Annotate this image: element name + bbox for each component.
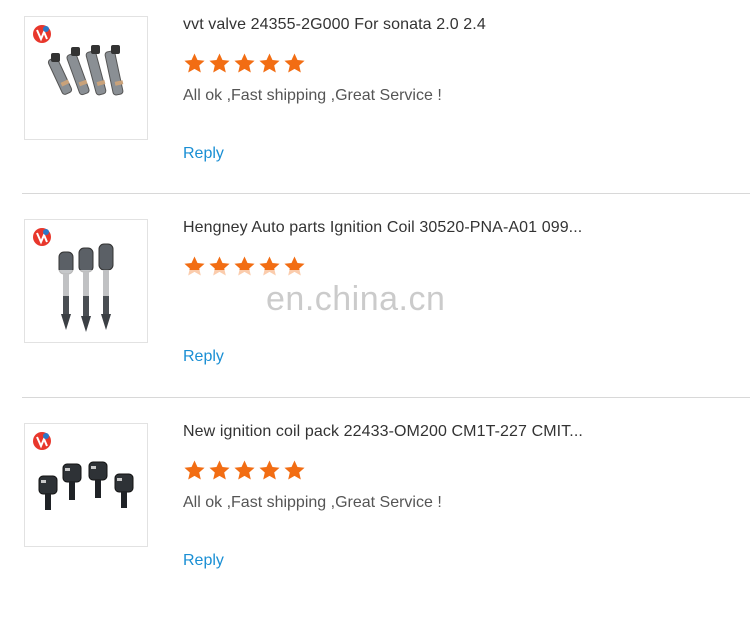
review-item: vvt valve 24355-2G000 For sonata 2.0 2.4… — [0, 0, 750, 200]
star-icon — [184, 460, 205, 480]
reply-link[interactable]: Reply — [183, 145, 224, 163]
review-item: Hengney Auto parts Ignition Coil 30520-P… — [0, 203, 750, 403]
watermark-overlay — [50, 270, 130, 296]
star-icon — [209, 53, 230, 73]
divider — [22, 397, 750, 398]
review-comment: All ok ,Fast shipping ,Great Service ! — [183, 494, 442, 511]
product-title[interactable]: Hengney Auto parts Ignition Coil 30520-P… — [183, 219, 582, 237]
product-title[interactable]: vvt valve 24355-2G000 For sonata 2.0 2.4 — [183, 16, 486, 34]
divider — [22, 193, 750, 194]
coil-pack-product-image[interactable] — [24, 423, 148, 547]
star-rating — [183, 52, 306, 76]
product-title[interactable]: New ignition coil pack 22433-OM200 CM1T-… — [183, 423, 583, 441]
watermark-overlay — [180, 270, 310, 296]
star-icon — [259, 53, 280, 73]
star-icon — [209, 460, 230, 480]
brand-logo-icon — [33, 228, 51, 246]
star-icon — [259, 460, 280, 480]
star-icon — [284, 53, 305, 73]
star-rating — [183, 459, 306, 483]
reply-link[interactable]: Reply — [183, 348, 224, 366]
vvt-valve-product-image[interactable] — [24, 16, 148, 140]
brand-logo-icon — [33, 432, 51, 450]
star-icon — [184, 53, 205, 73]
star-icon — [284, 460, 305, 480]
star-icon — [234, 53, 255, 73]
reply-link[interactable]: Reply — [183, 552, 224, 570]
review-comment: All ok ,Fast shipping ,Great Service ! — [183, 87, 442, 104]
review-item: New ignition coil pack 22433-OM200 CM1T-… — [0, 407, 750, 607]
brand-logo-icon — [33, 25, 51, 43]
star-icon — [234, 460, 255, 480]
